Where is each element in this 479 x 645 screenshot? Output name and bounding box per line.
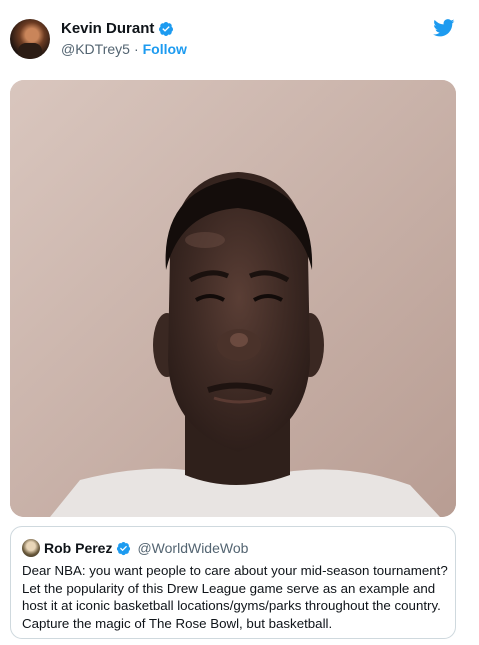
verified-badge-icon [117,541,131,555]
quoted-author-handle[interactable]: @WorldWideWob [137,539,248,557]
author-name-row: Kevin Durant [61,20,174,38]
quoted-tweet-text: Dear NBA: you want people to care about … [22,563,448,631]
twitter-bird-icon[interactable] [433,19,455,37]
quoted-tweet-header: Rob Perez @WorldWideWob [44,539,248,557]
tweet-card: Kevin Durant @KDTrey5 · Follow Rob Perez… [0,0,479,645]
separator-dot: · [133,41,139,57]
tweet-media-photo[interactable] [10,80,456,517]
quoted-author-avatar[interactable] [22,539,40,557]
follow-button[interactable]: Follow [143,41,187,58]
quoted-tweet[interactable]: Rob Perez @WorldWideWob Dear NBA: you wa… [10,526,456,639]
author-display-name[interactable]: Kevin Durant [61,20,154,38]
author-handle[interactable]: @KDTrey5 [61,41,130,58]
quoted-author-name[interactable]: Rob Perez [44,539,112,557]
verified-badge-icon [159,22,174,36]
author-handle-row: @KDTrey5 · Follow [61,41,187,58]
author-avatar[interactable] [10,19,50,59]
photo-content [10,80,456,517]
